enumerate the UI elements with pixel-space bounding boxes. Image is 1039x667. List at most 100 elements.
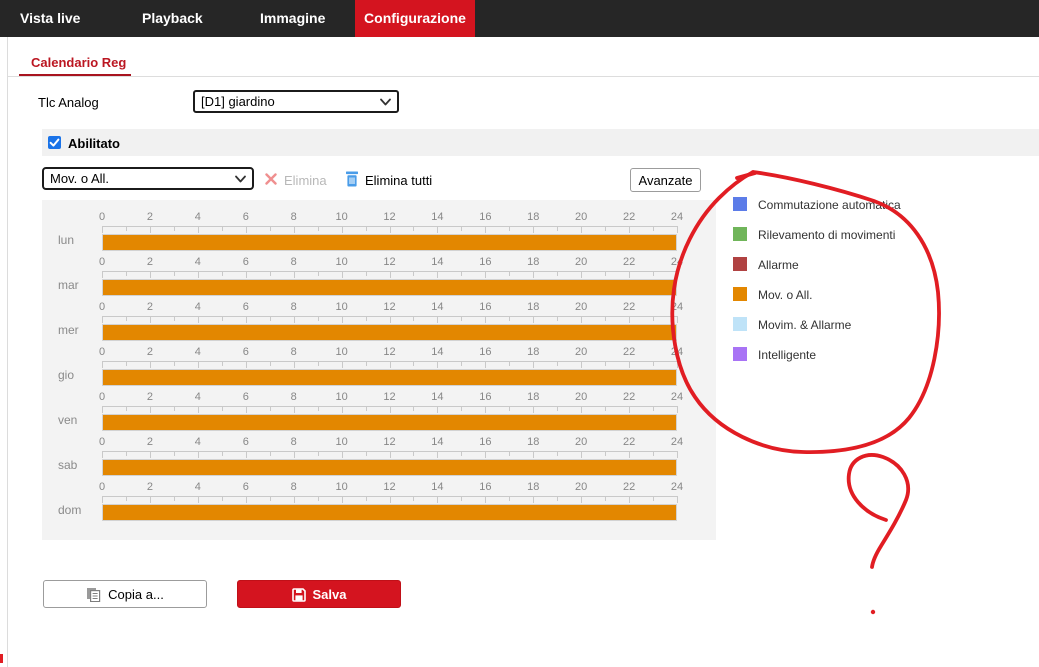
ruler-tick [126,406,127,411]
schedule-bar-mer[interactable] [103,325,676,340]
ruler-tick [677,226,678,233]
schedule-bar-sab[interactable] [103,460,676,475]
delete-button[interactable]: Elimina [284,173,327,188]
enabled-checkbox[interactable] [48,136,61,149]
ruler-hour-label: 4 [195,391,201,403]
timeline-lun: 024681012141618202224 [102,210,677,255]
ruler-tick [294,271,295,278]
ruler-hour-label: 12 [383,391,395,403]
save-button[interactable]: Salva [237,580,401,608]
ruler-hour-label: 12 [383,301,395,313]
ruler-hour-label: 24 [671,481,683,493]
schedule-track-mar[interactable] [102,279,677,296]
schedule-type-select[interactable]: Mov. o All. [42,167,254,190]
delete-all-button[interactable]: Elimina tutti [365,173,432,188]
advanced-button[interactable]: Avanzate [630,168,701,192]
schedule-bar-ven[interactable] [103,415,676,430]
nav-item-vista-live[interactable]: Vista live [20,0,80,37]
ruler-tick [605,361,606,366]
ruler-hour-label: 20 [575,391,587,403]
ruler-tick [390,451,391,458]
legend-label: Allarme [758,258,799,272]
ruler-hour-label: 14 [431,256,443,268]
ruler-tick [174,316,175,321]
ruler-tick [366,316,367,321]
ruler-tick [557,406,558,411]
ruler-tick [174,406,175,411]
annotation-dot [871,610,875,614]
channel-select[interactable]: [D1] giardino [193,90,399,113]
ruler-hour-label: 0 [99,346,105,358]
ruler-tick [653,406,654,411]
schedule-track-sab[interactable] [102,459,677,476]
schedule-bar-gio[interactable] [103,370,676,385]
page: Vista live Playback Immagine Configurazione… [0,0,1039,667]
legend-item: Intelligente [733,347,953,361]
legend-swatch [733,347,747,361]
ruler-tick [485,361,486,368]
ruler-tick [222,451,223,456]
ruler-tick [318,496,319,501]
ruler-hour-label: 20 [575,301,587,313]
schedule-bar-lun[interactable] [103,235,676,250]
copy-to-button[interactable]: Copia a... [43,580,207,608]
nav-item-configurazione[interactable]: Configurazione [355,0,475,37]
ruler-tick [390,226,391,233]
ruler-tick [413,451,414,456]
schedule-bar-mar[interactable] [103,280,676,295]
ruler-tick [605,271,606,276]
ruler-tick [270,226,271,231]
nav-item-playback[interactable]: Playback [142,0,203,37]
schedule-track-ven[interactable] [102,414,677,431]
ruler-tick [485,451,486,458]
ruler-tick [174,226,175,231]
ruler-tick [126,271,127,276]
ruler-hour-label: 2 [147,346,153,358]
ruler-tick [581,496,582,503]
schedule-track-gio[interactable] [102,369,677,386]
schedule-bar-dom[interactable] [103,505,676,520]
schedule-track-lun[interactable] [102,234,677,251]
ruler-tick [294,316,295,323]
ruler-tick [413,406,414,411]
ruler-tick [677,271,678,278]
ruler-tick [366,451,367,456]
legend-label: Movim. & Allarme [758,318,851,332]
ruler-hour-label: 16 [479,391,491,403]
ruler-tick [509,271,510,276]
ruler-tick [437,316,438,323]
ruler-tick [318,316,319,321]
top-nav: Vista live Playback Immagine Configurazione [0,0,1039,37]
schedule-track-mer[interactable] [102,324,677,341]
ruler-tick [222,496,223,501]
ruler-hour-label: 6 [243,436,249,448]
ruler-hour-label: 4 [195,436,201,448]
ruler-hour-label: 8 [291,211,297,223]
ruler-tick [461,406,462,411]
ruler-hour-label: 22 [623,301,635,313]
ruler-tick [246,226,247,233]
ruler-tick [653,361,654,366]
ruler-hour-label: 0 [99,481,105,493]
ruler-hour-label: 16 [479,256,491,268]
legend-swatch [733,257,747,271]
annotation-question-mark [849,455,908,567]
ruler-tick [437,361,438,368]
schedule-row-lun: lun024681012141618202224 [42,210,716,255]
ruler-tick [653,496,654,501]
ruler-tick [318,406,319,411]
ruler-tick [366,496,367,501]
ruler-hour-label: 20 [575,346,587,358]
nav-item-immagine[interactable]: Immagine [260,0,325,37]
tab-calendario-reg[interactable]: Calendario Reg [31,55,126,70]
ruler-hour-label: 2 [147,481,153,493]
ruler-hour-label: 8 [291,436,297,448]
ruler-hour-label: 6 [243,301,249,313]
ruler-tick [509,316,510,321]
ruler-tick [342,406,343,413]
ruler-hour-label: 14 [431,391,443,403]
ruler-tick [246,451,247,458]
schedule-track-dom[interactable] [102,504,677,521]
save-label: Salva [313,587,347,602]
ruler-tick [198,406,199,413]
